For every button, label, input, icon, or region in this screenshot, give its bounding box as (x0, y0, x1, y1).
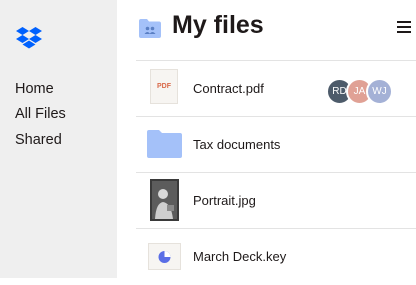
sidebar-item-shared[interactable]: Shared (15, 132, 62, 148)
file-name: Portrait.jpg (193, 193, 256, 208)
pie-chart-icon (158, 251, 171, 263)
menu-icon[interactable] (397, 21, 411, 35)
sidebar: Home All Files Shared (0, 0, 117, 278)
file-name: Contract.pdf (193, 81, 264, 96)
photo-thumbnail-icon (150, 179, 179, 221)
pdf-file-icon: PDF (150, 69, 178, 104)
file-name: March Deck.key (193, 249, 287, 264)
folder-name: Tax documents (193, 137, 281, 152)
shared-folder-icon (139, 19, 161, 38)
file-row-tax-documents[interactable]: Tax documents (136, 116, 416, 173)
file-row-march-deck[interactable]: March Deck.key (136, 228, 416, 285)
file-row-contract[interactable]: PDF Contract.pdf RD JA WJ (136, 60, 416, 117)
folder-icon (147, 130, 182, 158)
sidebar-item-home[interactable]: Home (15, 81, 54, 97)
sidebar-item-all-files[interactable]: All Files (15, 106, 66, 122)
keynote-file-icon (148, 243, 181, 270)
avatar[interactable]: WJ (366, 78, 393, 105)
pdf-thumb-label: PDF (157, 83, 171, 90)
page-title: My files (172, 11, 264, 39)
dropbox-logo-icon[interactable] (16, 27, 42, 49)
file-row-portrait[interactable]: Portrait.jpg (136, 172, 416, 229)
main-content: My files PDF Contract.pdf RD JA WJ Tax d… (117, 0, 416, 278)
